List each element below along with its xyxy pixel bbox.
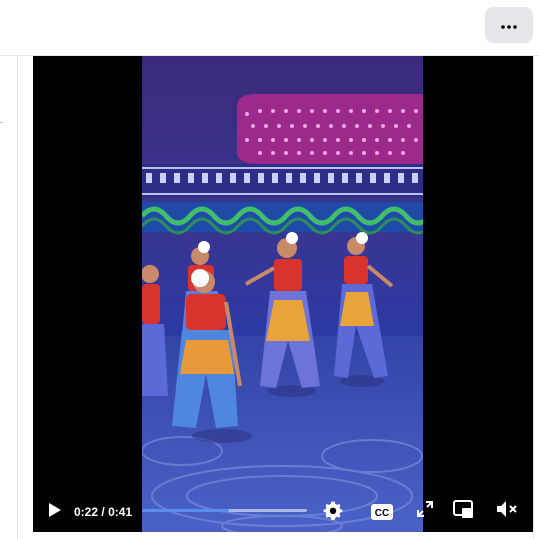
dance-performance-image — [142, 56, 423, 532]
video-controls: 0:22 / 0:41 CC — [33, 492, 533, 532]
progress-bar[interactable] — [142, 509, 307, 512]
progress-fill — [142, 509, 230, 512]
ellipsis-icon — [501, 16, 517, 34]
fullscreen-button[interactable] — [414, 500, 436, 522]
divider — [533, 56, 534, 539]
play-icon — [48, 502, 62, 523]
divider — [17, 56, 18, 539]
duration: 0:41 — [108, 505, 133, 519]
time-display: 0:22 / 0:41 — [74, 505, 132, 519]
time-separator: / — [101, 505, 105, 519]
top-bar — [0, 0, 539, 56]
volume-muted-icon — [496, 500, 518, 523]
video-player[interactable]: 0:22 / 0:41 CC — [33, 56, 533, 532]
captions-label: CC — [374, 508, 390, 519]
picture-in-picture-button[interactable] — [451, 499, 475, 523]
captions-button[interactable]: CC — [370, 501, 394, 523]
current-time: 0:22 — [74, 505, 99, 519]
divider — [0, 122, 3, 123]
right-gutter — [533, 56, 539, 539]
video-frame[interactable] — [142, 56, 423, 532]
settings-button[interactable] — [320, 499, 346, 525]
play-button[interactable] — [43, 500, 67, 524]
volume-button[interactable] — [493, 499, 521, 523]
picture-in-picture-icon — [453, 499, 473, 523]
closed-captions-icon: CC — [371, 504, 393, 520]
gear-icon — [323, 500, 343, 525]
more-options-button[interactable] — [485, 7, 533, 43]
expand-icon — [417, 500, 433, 522]
left-gutter — [0, 56, 18, 539]
